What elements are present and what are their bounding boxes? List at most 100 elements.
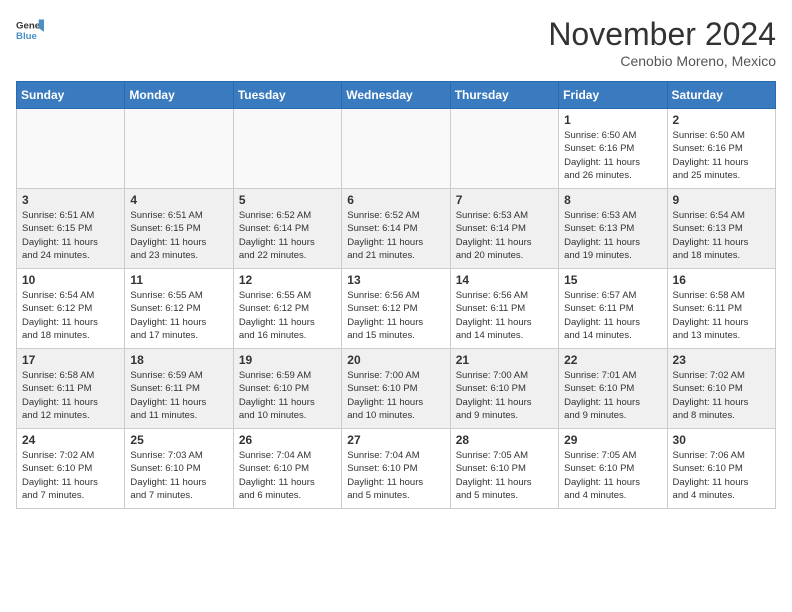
table-row: 14 Sunrise: 6:56 AM Sunset: 6:11 PM Dayli…: [450, 269, 558, 349]
day-info: Sunrise: 6:58 AM Sunset: 6:11 PM Dayligh…: [673, 289, 770, 342]
table-row: 7 Sunrise: 6:53 AM Sunset: 6:14 PM Daylig…: [450, 189, 558, 269]
day-info: Sunrise: 6:54 AM Sunset: 6:13 PM Dayligh…: [673, 209, 770, 262]
day-info: Sunrise: 6:56 AM Sunset: 6:12 PM Dayligh…: [347, 289, 444, 342]
location-subtitle: Cenobio Moreno, Mexico: [548, 53, 776, 69]
day-number: 27: [347, 433, 444, 447]
day-info: Sunrise: 7:05 AM Sunset: 6:10 PM Dayligh…: [564, 449, 661, 502]
day-number: 25: [130, 433, 227, 447]
day-info: Sunrise: 6:52 AM Sunset: 6:14 PM Dayligh…: [239, 209, 336, 262]
table-row: 3 Sunrise: 6:51 AM Sunset: 6:15 PM Daylig…: [17, 189, 125, 269]
day-number: 24: [22, 433, 119, 447]
col-thursday: Thursday: [450, 82, 558, 109]
calendar-week-row: 3 Sunrise: 6:51 AM Sunset: 6:15 PM Daylig…: [17, 189, 776, 269]
logo: General Blue: [16, 16, 44, 44]
table-row: [17, 109, 125, 189]
table-row: 30 Sunrise: 7:06 AM Sunset: 6:10 PM Dayli…: [667, 429, 775, 509]
day-info: Sunrise: 6:52 AM Sunset: 6:14 PM Dayligh…: [347, 209, 444, 262]
day-number: 29: [564, 433, 661, 447]
day-info: Sunrise: 7:00 AM Sunset: 6:10 PM Dayligh…: [456, 369, 553, 422]
table-row: 11 Sunrise: 6:55 AM Sunset: 6:12 PM Dayli…: [125, 269, 233, 349]
day-number: 5: [239, 193, 336, 207]
day-number: 6: [347, 193, 444, 207]
table-row: [233, 109, 341, 189]
table-row: 13 Sunrise: 6:56 AM Sunset: 6:12 PM Dayli…: [342, 269, 450, 349]
day-number: 23: [673, 353, 770, 367]
table-row: 8 Sunrise: 6:53 AM Sunset: 6:13 PM Daylig…: [559, 189, 667, 269]
day-info: Sunrise: 6:51 AM Sunset: 6:15 PM Dayligh…: [22, 209, 119, 262]
table-row: 2 Sunrise: 6:50 AM Sunset: 6:16 PM Daylig…: [667, 109, 775, 189]
table-row: 20Sunrise: 7:00 AM Sunset: 6:10 PM Dayli…: [342, 349, 450, 429]
calendar-table: Sunday Monday Tuesday Wednesday Thursday…: [16, 81, 776, 509]
day-number: 28: [456, 433, 553, 447]
table-row: 16 Sunrise: 6:58 AM Sunset: 6:11 PM Dayli…: [667, 269, 775, 349]
day-number: 10: [22, 273, 119, 287]
day-number: 30: [673, 433, 770, 447]
day-info: Sunrise: 6:50 AM Sunset: 6:16 PM Dayligh…: [673, 129, 770, 182]
day-info: Sunrise: 7:02 AM Sunset: 6:10 PM Dayligh…: [22, 449, 119, 502]
table-row: [125, 109, 233, 189]
table-row: 10 Sunrise: 6:54 AM Sunset: 6:12 PM Dayli…: [17, 269, 125, 349]
table-row: [342, 109, 450, 189]
table-row: 27 Sunrise: 7:04 AM Sunset: 6:10 PM Dayli…: [342, 429, 450, 509]
table-row: 26 Sunrise: 7:04 AM Sunset: 6:10 PM Dayli…: [233, 429, 341, 509]
day-info: Sunrise: 6:53 AM Sunset: 6:14 PM Dayligh…: [456, 209, 553, 262]
table-row: 6 Sunrise: 6:52 AM Sunset: 6:14 PM Daylig…: [342, 189, 450, 269]
day-number: 3: [22, 193, 119, 207]
day-info: Sunrise: 6:57 AM Sunset: 6:11 PM Dayligh…: [564, 289, 661, 342]
day-info: Sunrise: 7:06 AM Sunset: 6:10 PM Dayligh…: [673, 449, 770, 502]
day-number: 4: [130, 193, 227, 207]
table-row: 18 Sunrise: 6:59 AM Sunset: 6:11 PM Dayli…: [125, 349, 233, 429]
calendar-week-row: 24 Sunrise: 7:02 AM Sunset: 6:10 PM Dayli…: [17, 429, 776, 509]
day-number: 2: [673, 113, 770, 127]
col-tuesday: Tuesday: [233, 82, 341, 109]
table-row: 28 Sunrise: 7:05 AM Sunset: 6:10 PM Dayli…: [450, 429, 558, 509]
day-info: Sunrise: 7:03 AM Sunset: 6:10 PM Dayligh…: [130, 449, 227, 502]
col-monday: Monday: [125, 82, 233, 109]
day-number: 16: [673, 273, 770, 287]
table-row: 9Sunrise: 6:54 AM Sunset: 6:13 PM Daylig…: [667, 189, 775, 269]
calendar-week-row: 17Sunrise: 6:58 AM Sunset: 6:11 PM Dayli…: [17, 349, 776, 429]
svg-text:Blue: Blue: [16, 31, 37, 42]
page-header: General Blue November 2024 Cenobio Moren…: [16, 16, 776, 69]
col-saturday: Saturday: [667, 82, 775, 109]
table-row: 17Sunrise: 6:58 AM Sunset: 6:11 PM Dayli…: [17, 349, 125, 429]
day-info: Sunrise: 6:58 AM Sunset: 6:11 PM Dayligh…: [22, 369, 119, 422]
title-block: November 2024 Cenobio Moreno, Mexico: [548, 16, 776, 69]
col-friday: Friday: [559, 82, 667, 109]
day-number: 26: [239, 433, 336, 447]
table-row: 23Sunrise: 7:02 AM Sunset: 6:10 PM Dayli…: [667, 349, 775, 429]
table-row: 5 Sunrise: 6:52 AM Sunset: 6:14 PM Daylig…: [233, 189, 341, 269]
day-info: Sunrise: 6:54 AM Sunset: 6:12 PM Dayligh…: [22, 289, 119, 342]
table-row: 4 Sunrise: 6:51 AM Sunset: 6:15 PM Daylig…: [125, 189, 233, 269]
day-number: 8: [564, 193, 661, 207]
col-wednesday: Wednesday: [342, 82, 450, 109]
day-info: Sunrise: 7:05 AM Sunset: 6:10 PM Dayligh…: [456, 449, 553, 502]
day-number: 13: [347, 273, 444, 287]
day-number: 19: [239, 353, 336, 367]
calendar-week-row: 1Sunrise: 6:50 AM Sunset: 6:16 PM Daylig…: [17, 109, 776, 189]
day-info: Sunrise: 6:55 AM Sunset: 6:12 PM Dayligh…: [130, 289, 227, 342]
day-info: Sunrise: 7:04 AM Sunset: 6:10 PM Dayligh…: [347, 449, 444, 502]
day-number: 12: [239, 273, 336, 287]
table-row: 22Sunrise: 7:01 AM Sunset: 6:10 PM Dayli…: [559, 349, 667, 429]
day-info: Sunrise: 6:51 AM Sunset: 6:15 PM Dayligh…: [130, 209, 227, 262]
day-info: Sunrise: 7:00 AM Sunset: 6:10 PM Dayligh…: [347, 369, 444, 422]
table-row: 19 Sunrise: 6:59 AM Sunset: 6:10 PM Dayli…: [233, 349, 341, 429]
calendar-header-row: Sunday Monday Tuesday Wednesday Thursday…: [17, 82, 776, 109]
calendar-week-row: 10 Sunrise: 6:54 AM Sunset: 6:12 PM Dayli…: [17, 269, 776, 349]
day-number: 11: [130, 273, 227, 287]
day-info: Sunrise: 6:53 AM Sunset: 6:13 PM Dayligh…: [564, 209, 661, 262]
table-row: 21Sunrise: 7:00 AM Sunset: 6:10 PM Dayli…: [450, 349, 558, 429]
day-number: 14: [456, 273, 553, 287]
day-info: Sunrise: 6:55 AM Sunset: 6:12 PM Dayligh…: [239, 289, 336, 342]
day-number: 18: [130, 353, 227, 367]
table-row: 24 Sunrise: 7:02 AM Sunset: 6:10 PM Dayli…: [17, 429, 125, 509]
day-info: Sunrise: 6:59 AM Sunset: 6:10 PM Dayligh…: [239, 369, 336, 422]
col-sunday: Sunday: [17, 82, 125, 109]
table-row: 29 Sunrise: 7:05 AM Sunset: 6:10 PM Dayli…: [559, 429, 667, 509]
day-info: Sunrise: 6:56 AM Sunset: 6:11 PM Dayligh…: [456, 289, 553, 342]
table-row: [450, 109, 558, 189]
day-number: 7: [456, 193, 553, 207]
day-info: Sunrise: 6:59 AM Sunset: 6:11 PM Dayligh…: [130, 369, 227, 422]
day-info: Sunrise: 7:04 AM Sunset: 6:10 PM Dayligh…: [239, 449, 336, 502]
